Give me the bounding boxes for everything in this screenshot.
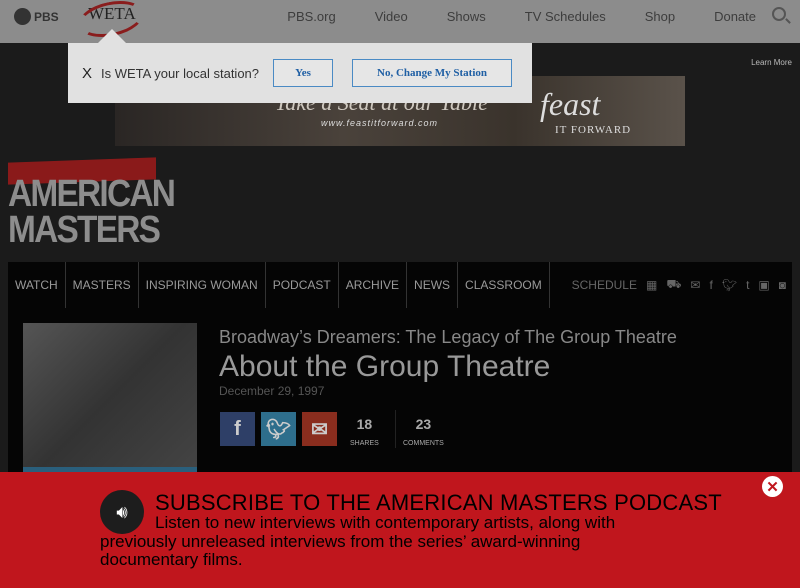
cart-icon[interactable]: ⛟: [666, 277, 681, 293]
instagram-icon[interactable]: ◙: [779, 278, 786, 292]
facebook-share-button[interactable]: f: [220, 412, 255, 446]
change-station-button[interactable]: No, Change My Station: [352, 59, 513, 87]
mail-icon[interactable]: ✉: [690, 278, 700, 292]
banner-body: Listen to new interviews with contempora…: [100, 513, 616, 569]
comments-label: COMMENTS: [403, 440, 444, 447]
facebook-icon[interactable]: f: [709, 278, 712, 292]
main-nav: WATCH MASTERS INSPIRING WOMAN PODCAST AR…: [8, 262, 792, 308]
twitter-icon: 🐦︎: [265, 418, 292, 441]
article-title: About the Group Theatre: [219, 350, 551, 383]
twitter-share-button[interactable]: 🐦︎: [261, 412, 296, 446]
ad-brand-sub: IT FORWARD: [555, 124, 632, 136]
nav-right: SCHEDULE ▦ ⛟ ✉ f 🐦︎ t ▣ ◙: [572, 277, 786, 293]
ad-url: www.feastitforward.com: [321, 118, 439, 128]
logo-line1: AMERICAN: [8, 173, 176, 215]
shares-label: SHARES: [350, 440, 379, 447]
menu-archive[interactable]: ARCHIVE: [339, 262, 408, 308]
nav-video[interactable]: Video: [375, 9, 408, 24]
american-masters-logo[interactable]: AMERICAN MASTERS: [8, 157, 176, 251]
nav-tv-schedules[interactable]: TV Schedules: [525, 9, 606, 24]
station-question: Is WETA your local station?: [101, 65, 260, 81]
nav-pbs-org[interactable]: PBS.org: [287, 9, 335, 24]
nav-donate[interactable]: Donate: [714, 9, 756, 24]
ad-brand: feast: [540, 86, 601, 122]
youtube-icon[interactable]: ▣: [758, 278, 769, 292]
yes-button[interactable]: Yes: [273, 59, 334, 87]
logo-line2: MASTERS: [8, 209, 161, 251]
article-image: [23, 323, 197, 473]
weta-logo[interactable]: WETA: [88, 4, 136, 24]
article-series[interactable]: Broadway’s Dreamers: The Legacy of The G…: [219, 327, 677, 348]
comments-count[interactable]: 23 COMMENTS: [403, 416, 444, 450]
divider: [395, 410, 396, 448]
nav-shop[interactable]: Shop: [645, 9, 675, 24]
facebook-icon: f: [234, 417, 241, 440]
pbs-logo[interactable]: PBS: [14, 8, 59, 25]
close-icon[interactable]: X: [82, 65, 92, 82]
pbs-head-icon: [14, 8, 31, 25]
shares-count: 18 SHARES: [350, 416, 379, 450]
email-share-button[interactable]: ✉: [302, 412, 337, 446]
comments-number: 23: [415, 416, 432, 432]
close-banner-button[interactable]: ✕: [762, 476, 783, 497]
menu-classroom[interactable]: CLASSROOM: [458, 262, 550, 308]
article-date: December 29, 1997: [219, 384, 325, 398]
station-popup: X Is WETA your local station? Yes No, Ch…: [68, 29, 532, 103]
envelope-icon: ✉: [311, 418, 328, 441]
twitter-icon[interactable]: 🐦︎: [722, 278, 737, 292]
shares-number: 18: [356, 416, 373, 432]
menu-podcast[interactable]: PODCAST: [266, 262, 339, 308]
top-nav: PBS.org Video Shows TV Schedules Shop Do…: [248, 9, 756, 24]
menu-news[interactable]: NEWS: [407, 262, 459, 308]
schedule-link[interactable]: SCHEDULE: [572, 278, 637, 292]
search-icon[interactable]: [772, 7, 786, 21]
tumblr-icon[interactable]: t: [746, 278, 749, 292]
calendar-icon[interactable]: ▦: [646, 278, 657, 292]
pbs-label: PBS: [34, 9, 59, 24]
menu-inspiring-woman[interactable]: INSPIRING WOMAN: [139, 262, 266, 308]
menu-masters[interactable]: MASTERS: [66, 262, 139, 308]
nav-shows[interactable]: Shows: [447, 9, 486, 24]
learn-more-link[interactable]: Learn More: [751, 58, 792, 67]
menu-watch[interactable]: WATCH: [8, 262, 66, 308]
